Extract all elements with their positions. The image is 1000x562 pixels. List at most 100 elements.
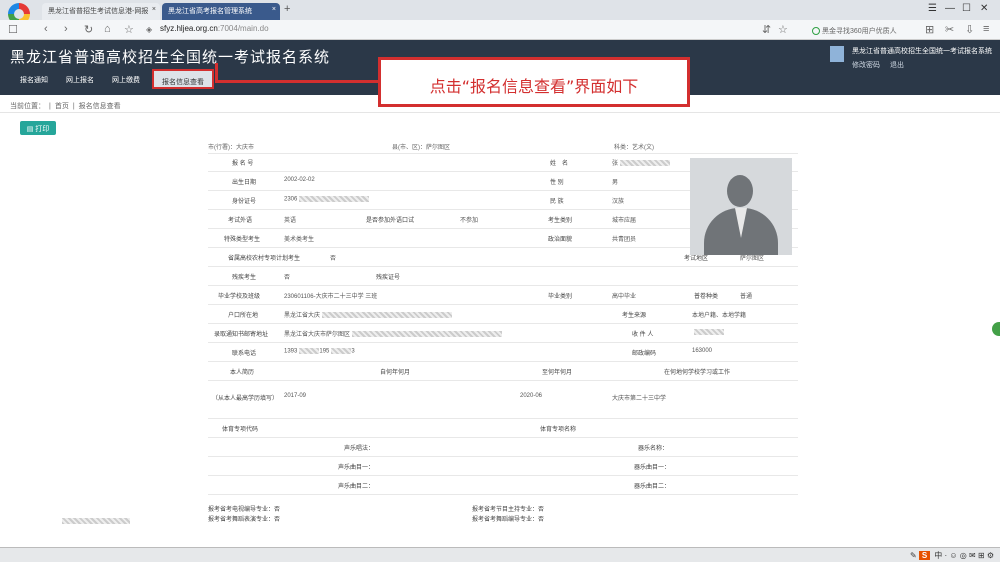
search-input[interactable]: 黑金寻找360用户优质人 [810, 23, 910, 37]
table-row [208, 266, 798, 267]
grad-type-label: 普卷种类 [694, 294, 719, 300]
special-label: 特殊类型考生 [224, 237, 261, 243]
id-label: 身份证号 [232, 199, 257, 205]
table-row [208, 475, 798, 476]
cut-icon[interactable]: ✂ [945, 23, 954, 36]
redacted-mark [352, 331, 503, 338]
phone-text-3: 3 [351, 348, 355, 355]
print-button[interactable]: ▤ 打印 [20, 121, 56, 135]
apps-icon[interactable]: ⊞ [925, 23, 934, 36]
tab-notice[interactable]: 报名通知 [12, 69, 56, 89]
redacted-mark [299, 196, 370, 202]
tab-online-payment[interactable]: 网上缴费 [104, 69, 148, 89]
phone-text-2: 195 [319, 348, 330, 355]
mail-value: 黑龙江省大庆市萨尔图区 [284, 329, 503, 338]
rural-label: 省属高校农村专项计划考生 [228, 256, 301, 262]
category-value: 城市应届 [612, 218, 637, 224]
pen-icon[interactable]: ✎ [910, 551, 919, 560]
tab-view-info[interactable]: 报名信息查看 [152, 69, 214, 89]
disabled-cert-label: 残疾证号 [376, 275, 401, 281]
resume-sub-label: （从本人最高学历填写） [212, 396, 279, 402]
school-label: 毕业学校及班级 [218, 294, 261, 300]
tab-title: 黑龙江省高考报名管理系统 [168, 8, 252, 15]
gender-value: 男 [612, 180, 619, 186]
sidebar-icon[interactable]: ☐ [8, 23, 18, 36]
school-value: 230601106-大庆市二十三中学 三班 [284, 294, 378, 300]
forward-icon[interactable]: › [64, 23, 68, 35]
menu-icon[interactable]: ☰ [928, 3, 937, 14]
breadcrumb-current: 报名信息查看 [78, 103, 121, 110]
breadcrumb-home[interactable]: 首页 [55, 103, 69, 110]
student-photo [690, 158, 792, 255]
redacted-mark [299, 348, 320, 354]
redacted-mark [620, 160, 671, 167]
receiver-label: 收 件 人 [632, 332, 654, 338]
new-tab-icon[interactable]: + [284, 3, 290, 15]
user-name: 黑龙江省普通高校招生全国统一考试报名系统 [852, 48, 992, 55]
download-icon[interactable]: ⇩ [965, 23, 974, 36]
grad-type-value: 普通 [740, 294, 753, 300]
browser-tab-1[interactable]: 黑龙江省普招生考试信息港-网报 × [42, 3, 160, 20]
table-row [208, 418, 798, 419]
back-icon[interactable]: ‹ [44, 23, 48, 35]
close-icon[interactable]: × [152, 6, 156, 13]
special-value: 美术类考生 [284, 237, 315, 243]
mail-text: 黑龙江省大庆市萨尔图区 [284, 332, 351, 338]
redacted-mark [322, 312, 453, 319]
star-icon[interactable]: ☆ [778, 23, 788, 36]
minimize-icon[interactable]: — [945, 3, 955, 14]
table-row [208, 304, 798, 305]
source-value: 本地户籍、本地学籍 [692, 313, 747, 319]
maximize-icon[interactable]: ☐ [962, 3, 971, 14]
search-placeholder: 黑金寻找360用户优质人 [822, 28, 897, 35]
table-row [208, 361, 798, 362]
share-icon[interactable]: ⇵ [762, 23, 771, 36]
tab-online-register[interactable]: 网上报名 [58, 69, 102, 89]
address-bar: ☐ ‹ › ↻ ⌂ ☆ ◈ sfyz.hljea.org.cn:7004/mai… [0, 20, 1000, 40]
instrument-label: 器乐名称： [638, 446, 669, 452]
url-input[interactable]: sfyz.hljea.org.cn:7004/main.do [160, 24, 269, 33]
dance-flag: 报考省考舞蹈表演专业：否 [208, 517, 281, 523]
category-label: 考生类别 [548, 218, 573, 224]
vocal-label: 声乐唱法： [344, 446, 375, 452]
side-widget-icon[interactable] [992, 322, 1000, 336]
to-value: 2020-06 [520, 393, 543, 399]
grad-label: 毕业类别 [548, 294, 573, 300]
zip-value: 163000 [692, 348, 713, 354]
phone-label: 联系电话 [232, 351, 257, 357]
hukou-text: 黑龙江省大庆 [284, 313, 321, 319]
from-label: 自何年何月 [380, 370, 411, 376]
inst2-label: 器乐曲目二： [634, 484, 671, 490]
lang-label: 考试外语 [228, 218, 253, 224]
breadcrumb-prefix: 当前位置： [10, 103, 45, 110]
hukou-label: 户口所在地 [228, 313, 259, 319]
table-row [208, 437, 798, 438]
taskbar: ✎ S中 · ☺ ◎ ✉ ⊞ ⚙ [0, 547, 1000, 562]
close-icon[interactable]: × [272, 6, 276, 13]
table-row [208, 342, 798, 343]
print-label: 打印 [35, 126, 50, 133]
change-password-link[interactable]: 修改密码 [852, 62, 880, 69]
home-icon[interactable]: ⌂ [104, 23, 111, 35]
reload-icon[interactable]: ↻ [84, 23, 93, 36]
source-label: 考生来源 [622, 313, 647, 319]
browser-tab-2[interactable]: 黑龙江省高考报名管理系统 × [162, 3, 280, 20]
phone-text: 1393 [284, 348, 298, 355]
more-icon[interactable]: ≡ [983, 23, 989, 35]
film-flag: 报考省考电视编导专业：否 [208, 507, 281, 513]
receiver-value [692, 329, 724, 336]
region-subject: 科类：艺术(文) [614, 145, 654, 151]
annotation-callout: 点击“报名信息查看”界面如下 [378, 57, 690, 107]
phone-value: 1393 195 3 [284, 348, 355, 355]
printer-icon: ▤ [26, 126, 36, 133]
user-info: 黑龙江省普通高校招生全国统一考试报名系统 修改密码 退出 [852, 46, 992, 70]
divider [0, 112, 1000, 113]
bookmark-icon[interactable]: ☆ [124, 23, 134, 36]
logout-link[interactable]: 退出 [890, 62, 904, 69]
song1-label: 声乐曲目一： [338, 465, 375, 471]
ime-icon[interactable]: S [918, 551, 931, 560]
window-close-icon[interactable]: ✕ [980, 3, 988, 14]
tray-icons[interactable]: 中 · ☺ ◎ ✉ ⊞ ⚙ [934, 551, 994, 560]
grad-value: 高中毕业 [612, 294, 637, 300]
app-title: 黑龙江省普通高校招生全国统一考试报名系统 [10, 48, 331, 66]
